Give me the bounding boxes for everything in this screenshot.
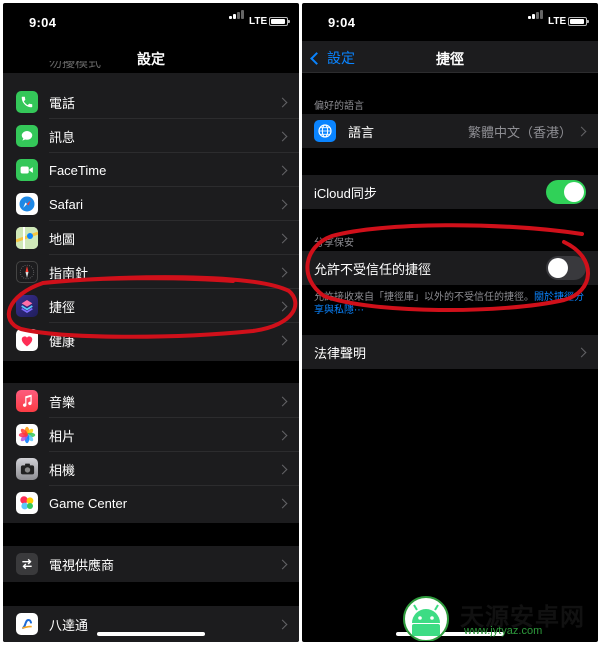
settings-item-game-center[interactable]: Game Center (3, 486, 299, 520)
music-note-icon (16, 390, 38, 412)
chevron-right-icon (277, 233, 288, 243)
chevron-right-icon (277, 396, 288, 406)
legal-notices-label: 法律聲明 (314, 345, 367, 361)
nav-bar: 設定 捷徑 (302, 41, 598, 73)
shortcuts-icon (16, 295, 38, 317)
network-type: LTE (249, 16, 268, 27)
android-logo-icon (403, 596, 449, 641)
allow-untrusted-toggle[interactable] (546, 256, 586, 280)
settings-item-health[interactable]: 健康 (3, 323, 299, 357)
untrusted-footnote: 允許接收來自「捷徑庫」以外的不受信任的捷徑。關於捷徑分享與私隱⋯ (314, 291, 586, 317)
settings-item-safari[interactable]: Safari (3, 187, 299, 221)
settings-item-camera[interactable]: 相機 (3, 452, 299, 486)
chevron-right-icon (576, 347, 587, 357)
settings-item-music[interactable]: 音樂 (3, 384, 299, 418)
map-icon (16, 227, 38, 249)
facetime-icon (16, 159, 38, 181)
chevron-right-icon (277, 430, 288, 440)
battery-icon (568, 17, 589, 26)
icloud-sync-row: iCloud同步 (302, 175, 598, 209)
allow-untrusted-label: 允許不受信任的捷徑 (314, 261, 432, 277)
status-time: 9:04 (29, 15, 57, 30)
settings-item-label: 電視供應商 (49, 557, 115, 573)
chevron-right-icon (277, 335, 288, 345)
chevron-right-icon (277, 498, 288, 508)
site-watermark: 天源安卓网 www.jytyaz.com (394, 593, 594, 641)
settings-item-tv-provider[interactable]: 電視供應商 (3, 547, 299, 581)
settings-item-compass[interactable]: 指南針 (3, 255, 299, 289)
chevron-right-icon (277, 559, 288, 569)
settings-item-cutoff[interactable]: 勿擾模式 (3, 61, 299, 75)
settings-item-label: 相片 (49, 428, 76, 444)
settings-item-maps[interactable]: 地圖 (3, 221, 299, 255)
language-label: 語言 (348, 124, 375, 140)
network-type: LTE (548, 16, 567, 27)
settings-item-label: Game Center (49, 495, 128, 511)
chevron-right-icon (576, 126, 587, 136)
settings-item-phone[interactable]: 電話 (3, 85, 299, 119)
compass-dial-icon (16, 261, 38, 283)
settings-item-photos[interactable]: 相片 (3, 418, 299, 452)
chevron-right-icon (277, 199, 288, 209)
settings-item-label: 音樂 (49, 394, 76, 410)
message-icon (16, 125, 38, 147)
page-title: 捷徑 (436, 51, 464, 67)
icloud-sync-toggle[interactable] (546, 180, 586, 204)
watermark-url: www.jytyaz.com (464, 625, 543, 637)
settings-item-label: 地圖 (49, 231, 76, 247)
settings-item-label: 八達通 (49, 617, 89, 633)
home-indicator[interactable] (97, 632, 205, 636)
globe-icon (314, 120, 336, 142)
chevron-right-icon (277, 131, 288, 141)
footnote-text: 允許接收來自「捷徑庫」以外的不受信任的捷徑。 (314, 292, 534, 303)
status-bar: 9:04 LTE (3, 3, 299, 41)
allow-untrusted-row: 允許不受信任的捷徑 (302, 251, 598, 285)
chevron-right-icon (277, 619, 288, 629)
chevron-right-icon (277, 464, 288, 474)
section-header-sharing: 分享保安 (314, 238, 354, 249)
chevron-right-icon (277, 301, 288, 311)
settings-item-shortcuts[interactable]: 捷徑 (3, 289, 299, 323)
settings-screen: 9:04 LTE 設定 勿擾模式 電話 訊息 FaceTime Safari 地… (3, 3, 299, 642)
settings-item-label: 相機 (49, 462, 76, 478)
octopus-icon (16, 613, 38, 635)
game-center-icon (16, 492, 38, 514)
icloud-sync-label: iCloud同步 (314, 185, 377, 201)
language-value: 繁體中文（香港） (467, 124, 572, 140)
language-row[interactable]: 語言 繁體中文（香港） (302, 114, 598, 148)
chevron-right-icon (277, 97, 288, 107)
photos-flower-icon (16, 424, 38, 446)
settings-item-messages[interactable]: 訊息 (3, 119, 299, 153)
settings-item-facetime[interactable]: FaceTime (3, 153, 299, 187)
status-bar: 9:04 LTE (302, 3, 598, 41)
settings-item-label: 訊息 (49, 129, 76, 145)
settings-item-label: FaceTime (49, 162, 107, 178)
status-time: 9:04 (328, 15, 356, 30)
legal-notices-row[interactable]: 法律聲明 (302, 335, 598, 369)
compass-icon (16, 193, 38, 215)
settings-item-label: 指南針 (49, 265, 89, 281)
settings-item-label: 健康 (49, 333, 76, 349)
phone-icon (16, 91, 38, 113)
battery-icon (269, 17, 290, 26)
settings-item-label: 電話 (49, 95, 76, 111)
heart-icon (16, 329, 38, 351)
settings-item-label: 勿擾模式 (49, 61, 102, 70)
section-header-language: 偏好的語言 (314, 101, 364, 112)
chevron-right-icon (277, 267, 288, 277)
chevron-right-icon (277, 165, 288, 175)
shortcuts-settings-screen: 9:04 LTE 設定 捷徑 偏好的語言 語言 繁體中文（香港） iCloud同… (302, 3, 598, 642)
settings-item-label: Safari (49, 196, 83, 212)
camera-icon (16, 458, 38, 480)
settings-item-label: 捷徑 (49, 299, 76, 315)
tv-provider-icon (16, 553, 38, 575)
